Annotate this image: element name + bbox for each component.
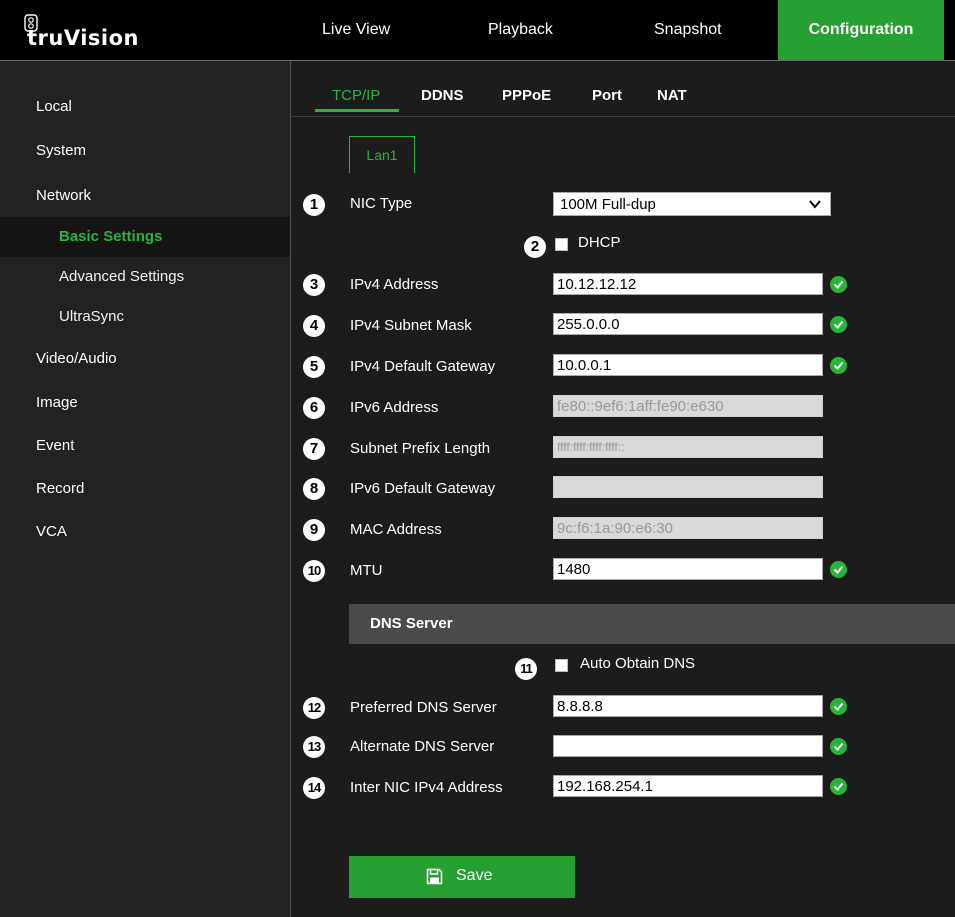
ipv6-default-gateway-input (553, 476, 823, 498)
nav-live-view[interactable]: Live View (322, 0, 390, 60)
preferred-dns-input[interactable] (553, 695, 823, 717)
valid-check-icon (830, 698, 847, 715)
ipv4-address-input[interactable] (553, 273, 823, 295)
subnet-prefix-length-label: Subnet Prefix Length (350, 440, 491, 457)
sidebar-item-image[interactable]: Image (0, 383, 290, 423)
alternate-dns-label: Alternate DNS Server (350, 738, 495, 755)
callout-number: 9 (303, 519, 325, 541)
nic-type-select[interactable]: 100M Full-dup (553, 192, 831, 216)
chevron-down-icon (809, 200, 821, 209)
callout-number: 8 (303, 478, 325, 500)
auto-obtain-dns-checkbox[interactable] (555, 659, 568, 672)
ipv6-default-gateway-label: IPv6 Default Gateway (350, 480, 496, 497)
nic-type-label: NIC Type (350, 195, 413, 212)
callout-number: 2 (524, 236, 546, 258)
tab-pppoe[interactable]: PPPoE (502, 87, 551, 104)
sidebar-item-system[interactable]: System (0, 131, 290, 171)
valid-check-icon (830, 316, 847, 333)
alternate-dns-input[interactable] (553, 735, 823, 757)
callout-number: 1 (303, 194, 325, 216)
sidebar-item-basic-settings[interactable]: Basic Settings (0, 217, 290, 257)
tab-lan1[interactable]: Lan1 (349, 136, 415, 173)
main-panel: TCP/IP DDNS PPPoE Port NAT Lan1 1 NIC Ty… (291, 61, 955, 917)
mtu-label: MTU (350, 562, 383, 579)
dhcp-label: DHCP (578, 234, 621, 251)
sidebar-item-local[interactable]: Local (0, 87, 290, 127)
callout-number: 13 (303, 736, 325, 758)
dhcp-checkbox[interactable] (555, 238, 568, 251)
dns-server-section-header: DNS Server (349, 604, 955, 644)
app-window: truVision Live View Playback Snapshot Co… (0, 0, 955, 917)
tab-port[interactable]: Port (592, 87, 622, 104)
callout-number: 14 (303, 777, 325, 799)
valid-check-icon (830, 738, 847, 755)
sidebar-item-record[interactable]: Record (0, 469, 290, 509)
logo-text: truVision (27, 26, 140, 50)
valid-check-icon (830, 357, 847, 374)
sidebar-item-vca[interactable]: VCA (0, 512, 290, 552)
ipv4-subnet-mask-label: IPv4 Subnet Mask (350, 317, 472, 334)
floppy-disk-icon (426, 868, 443, 885)
nav-snapshot[interactable]: Snapshot (654, 0, 722, 60)
inter-nic-ipv4-input[interactable] (553, 775, 823, 797)
subnet-prefix-length-input (553, 436, 823, 458)
sidebar-item-video-audio[interactable]: Video/Audio (0, 339, 290, 379)
callout-number: 5 (303, 356, 325, 378)
save-label: Save (456, 867, 493, 884)
tab-nat[interactable]: NAT (657, 87, 687, 104)
valid-check-icon (830, 778, 847, 795)
callout-number: 7 (303, 438, 325, 460)
callout-number: 11 (515, 658, 537, 680)
ipv4-default-gateway-input[interactable] (553, 354, 823, 376)
callout-number: 3 (303, 274, 325, 296)
callout-number: 6 (303, 397, 325, 419)
nav-playback[interactable]: Playback (488, 0, 553, 60)
ipv4-address-label: IPv4 Address (350, 276, 439, 293)
nic-type-value: 100M Full-dup (560, 196, 656, 213)
sidebar-item-event[interactable]: Event (0, 426, 290, 466)
ipv6-address-label: IPv6 Address (350, 399, 439, 416)
sidebar-item-advanced-settings[interactable]: Advanced Settings (0, 257, 290, 297)
callout-number: 12 (303, 697, 325, 719)
callout-number: 10 (303, 560, 325, 582)
dns-server-title: DNS Server (370, 615, 453, 632)
valid-check-icon (830, 561, 847, 578)
ipv6-address-input (553, 395, 823, 417)
inter-nic-ipv4-label: Inter NIC IPv4 Address (350, 779, 503, 796)
sidebar-item-network[interactable]: Network (0, 176, 290, 216)
ipv4-subnet-mask-input[interactable] (553, 313, 823, 335)
ipv4-default-gateway-label: IPv4 Default Gateway (350, 358, 496, 375)
mac-address-label: MAC Address (350, 521, 442, 538)
sidebar: Local System Network Basic Settings Adva… (0, 61, 291, 917)
valid-check-icon (830, 276, 847, 293)
auto-obtain-dns-label: Auto Obtain DNS (580, 655, 696, 672)
save-button[interactable]: Save (349, 856, 575, 898)
tab-divider (291, 116, 955, 117)
active-tab-indicator (315, 109, 399, 112)
tab-tcp-ip[interactable]: TCP/IP (332, 87, 380, 104)
sidebar-item-ultrasync[interactable]: UltraSync (0, 297, 290, 337)
mtu-input[interactable] (553, 558, 823, 580)
preferred-dns-label: Preferred DNS Server (350, 699, 497, 716)
top-navigation-bar: truVision Live View Playback Snapshot Co… (0, 0, 955, 61)
tab-ddns[interactable]: DDNS (421, 87, 464, 104)
mac-address-input (553, 517, 823, 539)
callout-number: 4 (303, 315, 325, 337)
nav-configuration[interactable]: Configuration (778, 0, 944, 60)
